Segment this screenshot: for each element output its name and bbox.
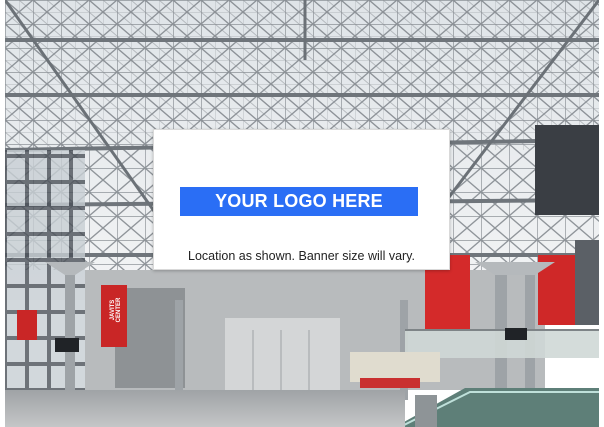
venue-photo: JAVITS CENTER YOUR LOGO HERE Location as…: [5, 0, 599, 427]
banner-caption: Location as shown. Banner size will vary…: [188, 249, 415, 263]
banner-placeholder: YOUR LOGO HERE Location as shown. Banner…: [153, 129, 450, 270]
hanging-screen-right: [505, 328, 527, 340]
right-dark-panel: [535, 125, 599, 215]
svg-text:CENTER: CENTER: [116, 297, 122, 322]
hanging-screen-left: [55, 338, 79, 352]
red-panel-left: [17, 310, 37, 340]
javits-center-sign: JAVITS CENTER: [101, 285, 127, 347]
concession-stand: [350, 352, 440, 382]
floor: [5, 390, 405, 427]
logo-placeholder: YOUR LOGO HERE: [180, 187, 418, 216]
escalator: [395, 388, 599, 427]
hall-entrance-center: [225, 318, 340, 390]
